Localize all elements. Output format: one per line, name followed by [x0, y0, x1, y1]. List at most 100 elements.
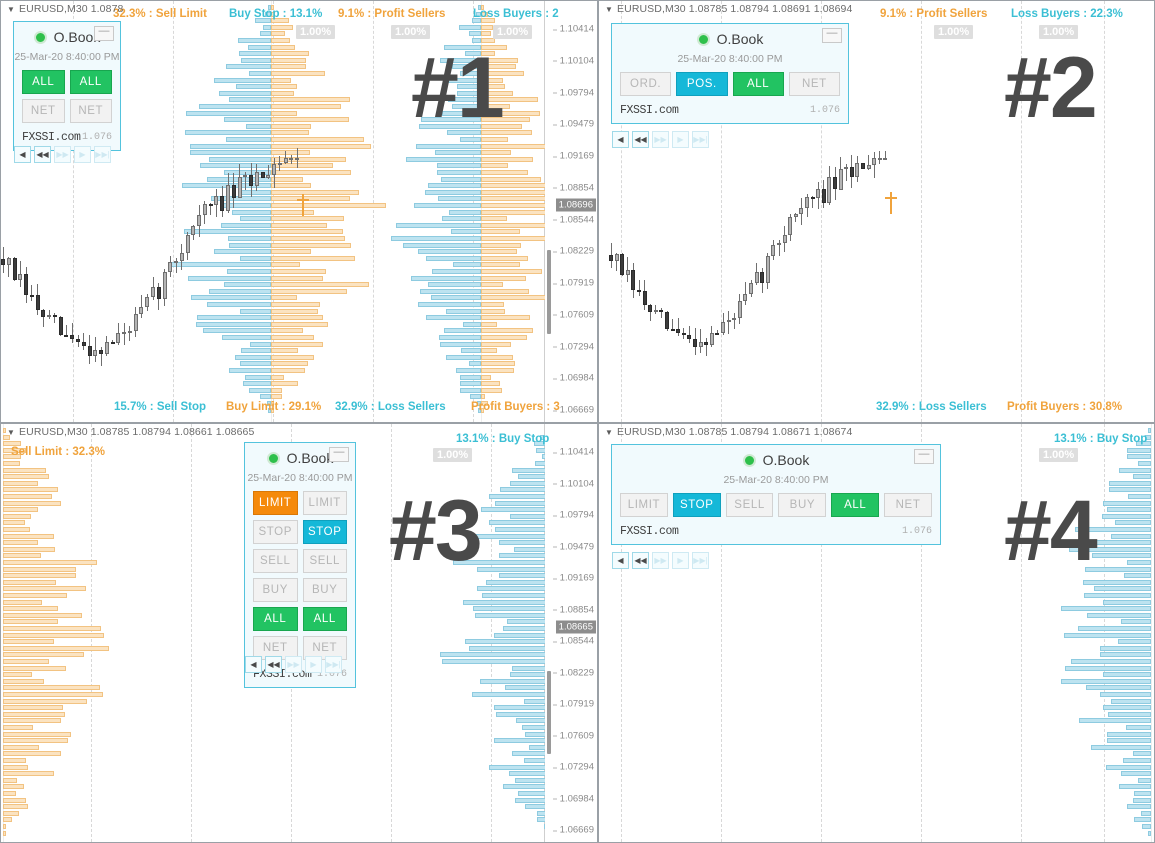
depth-row — [1, 725, 113, 730]
depth-row — [1051, 830, 1154, 836]
nav-jump-end[interactable]: ▶▶| — [94, 146, 111, 163]
btn-buy-left[interactable]: BUY — [253, 578, 298, 602]
btn-sell[interactable]: SELL — [725, 493, 774, 517]
btn-all-right[interactable]: ALL — [69, 70, 112, 94]
nav-fast-forward[interactable]: ▶▶ — [54, 146, 71, 163]
nav-step-forward[interactable]: ▶ — [672, 131, 689, 148]
btn-net[interactable]: NET — [884, 493, 932, 517]
btn-buy-right[interactable]: BUY — [302, 578, 347, 602]
depth-row — [1, 593, 113, 598]
nav-fast-forward[interactable]: ▶▶ — [652, 552, 669, 569]
btn-limit-right[interactable]: LIMIT — [302, 491, 347, 515]
btn-limit[interactable]: LIMIT — [620, 493, 668, 517]
depth-row — [1, 817, 113, 823]
nav-fast-back[interactable]: ◀◀ — [265, 656, 282, 673]
nav-toolbar-1: ◀ ◀◀ ▶▶ ▶ ▶▶| — [14, 146, 111, 163]
depth-row — [441, 599, 545, 605]
collapse-caret-icon[interactable]: ▼ — [605, 428, 613, 437]
obook-dialog-1[interactable]: O.Book — 25-Mar-20 8:40:00 PM ALL ALL NE… — [13, 21, 121, 151]
depth-bar-buy — [1119, 467, 1151, 473]
depth-bar-sell — [481, 183, 545, 189]
scroll-thumb[interactable] — [547, 671, 551, 755]
btn-net-left[interactable]: NET — [22, 99, 65, 123]
btn-stop-right[interactable]: STOP — [302, 520, 347, 544]
depth-bar-sell — [481, 361, 516, 367]
nav-step-back[interactable]: ◀ — [245, 656, 262, 673]
minimize-button[interactable]: — — [94, 26, 114, 41]
depth-bar-buy — [1100, 645, 1151, 651]
nav-step-forward[interactable]: ▶ — [305, 656, 322, 673]
nav-fast-forward[interactable]: ▶▶ — [285, 656, 302, 673]
btn-stop-left[interactable]: STOP — [253, 520, 298, 544]
minimize-button[interactable]: — — [914, 449, 934, 464]
nav-jump-end[interactable]: ▶▶| — [692, 552, 709, 569]
minimize-button[interactable]: — — [329, 447, 349, 462]
depth-bar-sell — [3, 751, 61, 757]
depth-bar-sell — [3, 573, 77, 579]
nav-jump-end[interactable]: ▶▶| — [692, 131, 709, 148]
depth-bar-buy — [1085, 685, 1151, 691]
btn-all-left[interactable]: ALL — [22, 70, 65, 94]
price-tick: 1.08229 — [552, 667, 594, 678]
depth-bar-buy — [1102, 513, 1151, 519]
nav-fast-back[interactable]: ◀◀ — [632, 552, 649, 569]
btn-ord[interactable]: ORD. — [620, 72, 672, 96]
depth-bar-sell — [3, 692, 104, 697]
obook-dialog-3[interactable]: O.Book — 25-Mar-20 8:40:00 PM LIMIT LIMI… — [244, 442, 356, 688]
price-scale-1[interactable]: 1.10414 1.10104 1.09794 1.09479 1.09169 1.088… — [544, 1, 597, 422]
nav-step-forward[interactable]: ▶ — [672, 552, 689, 569]
btn-buy[interactable]: BUY — [778, 493, 827, 517]
depth-bar-buy — [469, 533, 545, 539]
depth-bar-buy — [415, 143, 481, 149]
depth-bar-buy — [541, 454, 545, 460]
nav-step-back[interactable]: ◀ — [612, 552, 629, 569]
nav-fast-back[interactable]: ◀◀ — [632, 131, 649, 148]
depth-bar-sell — [271, 117, 350, 123]
btn-all-left[interactable]: ALL — [253, 607, 298, 631]
depth-bar-sell — [3, 824, 7, 829]
nav-step-back[interactable]: ◀ — [14, 146, 31, 163]
depth-bar-sell — [271, 123, 311, 129]
collapse-caret-icon[interactable]: ▼ — [7, 5, 15, 14]
btn-pos[interactable]: POS. — [676, 72, 728, 96]
obook-header: O.Book — — [612, 445, 940, 472]
btn-sell-right[interactable]: SELL — [302, 549, 347, 573]
price-scale-3[interactable]: 1.10414 1.10104 1.09794 1.09479 1.09169 1.088… — [544, 424, 597, 842]
depth-bar-buy — [509, 672, 545, 678]
depth-bar-buy — [511, 751, 545, 757]
nav-fast-forward[interactable]: ▶▶ — [652, 131, 669, 148]
depth-row — [391, 282, 545, 288]
btn-net[interactable]: NET — [788, 72, 840, 96]
candlestick — [64, 151, 69, 391]
scroll-thumb[interactable] — [547, 249, 551, 334]
btn-limit-left[interactable]: LIMIT — [253, 491, 298, 515]
depth-bar-sell — [3, 711, 66, 717]
btn-all[interactable]: ALL — [732, 72, 784, 96]
nav-fast-back[interactable]: ◀◀ — [34, 146, 51, 163]
nav-step-forward[interactable]: ▶ — [74, 146, 91, 163]
btn-all[interactable]: ALL — [831, 493, 880, 517]
window-title: ▼ EURUSD,M30 1.08785 1.08794 1.08671 1.08… — [605, 426, 852, 438]
collapse-caret-icon[interactable]: ▼ — [605, 5, 613, 14]
btn-all-right[interactable]: ALL — [302, 607, 347, 631]
depth-row — [391, 381, 545, 387]
depth-row — [1051, 744, 1154, 750]
depth-bar-sell — [481, 229, 521, 235]
depth-row — [1051, 824, 1154, 829]
depth-bar-buy — [1119, 784, 1151, 790]
depth-bar-buy — [1148, 428, 1151, 433]
minimize-button[interactable]: — — [822, 28, 842, 43]
candlestick — [110, 151, 115, 391]
btn-stop[interactable]: STOP — [672, 493, 721, 517]
depth-row — [1051, 619, 1154, 625]
btn-net-right[interactable]: NET — [69, 99, 112, 123]
collapse-caret-icon[interactable]: ▼ — [7, 428, 15, 437]
nav-jump-end[interactable]: ▶▶| — [325, 656, 342, 673]
obook-dialog-4[interactable]: O.Book — 25-Mar-20 8:40:00 PM LIMIT STOP… — [611, 444, 941, 545]
obook-dialog-2[interactable]: O.Book — 25-Mar-20 8:40:00 PM ORD. POS. … — [611, 23, 849, 124]
candlestick — [866, 151, 871, 381]
nav-step-back[interactable]: ◀ — [612, 131, 629, 148]
depth-bar-sell — [271, 110, 298, 116]
window-title-text: EURUSD,M30 1.08785 1.08794 1.08661 1.086… — [19, 426, 255, 438]
btn-sell-left[interactable]: SELL — [253, 549, 298, 573]
